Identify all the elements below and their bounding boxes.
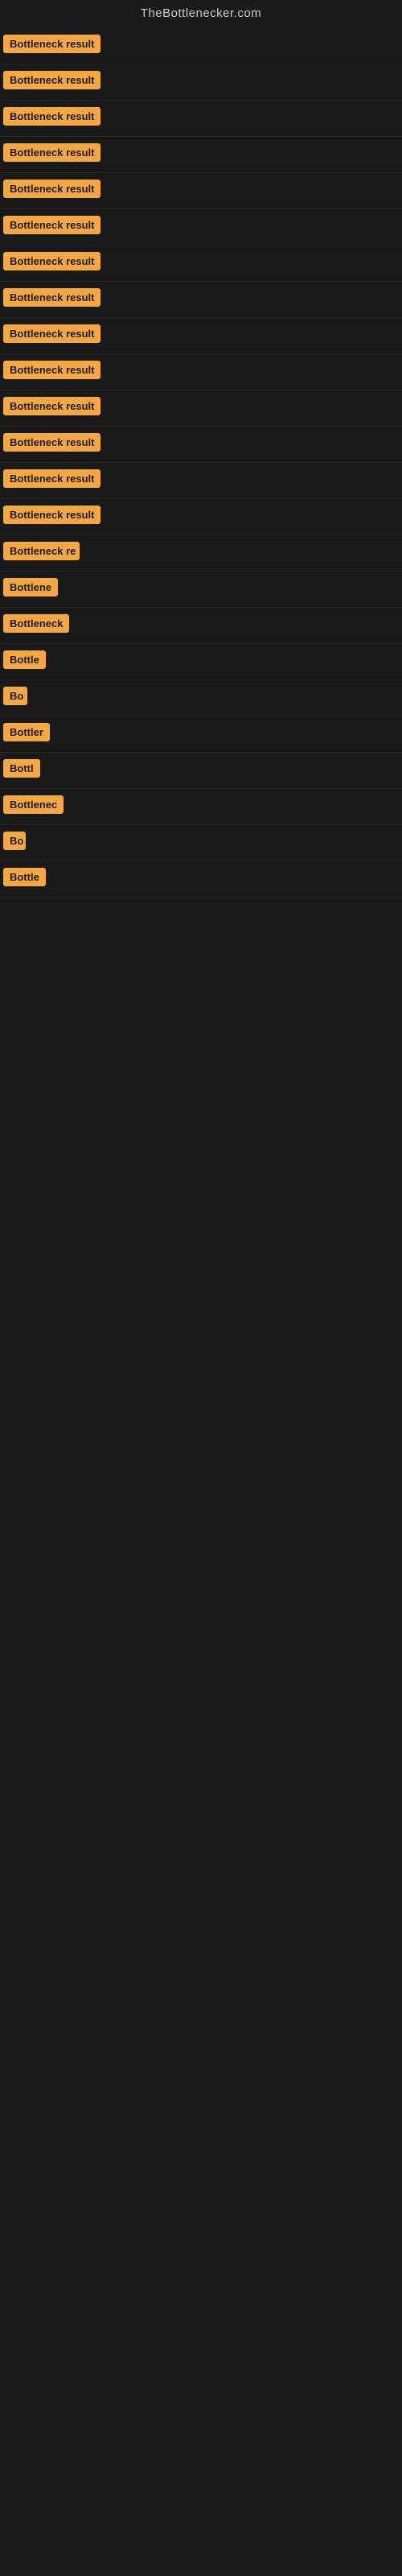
list-item: Bottleneck result — [0, 427, 402, 463]
bottleneck-badge[interactable]: Bo — [3, 687, 27, 705]
bottleneck-badge[interactable]: Bottle — [3, 868, 46, 886]
list-item: Bottlene — [0, 572, 402, 608]
bottleneck-badge[interactable]: Bottleneck result — [3, 288, 100, 307]
bottleneck-badge[interactable]: Bottlenec — [3, 795, 64, 814]
list-item: Bottleneck result — [0, 390, 402, 427]
bottleneck-badge[interactable]: Bottleneck result — [3, 35, 100, 53]
bottleneck-badge[interactable]: Bottleneck result — [3, 216, 100, 234]
list-item: Bottleneck re — [0, 535, 402, 572]
bottleneck-badge[interactable]: Bottleneck result — [3, 469, 100, 488]
bottleneck-badge[interactable]: Bottleneck result — [3, 433, 100, 452]
list-item: Bottle — [0, 644, 402, 680]
list-item: Bottleneck — [0, 608, 402, 644]
bottleneck-badge[interactable]: Bottleneck result — [3, 143, 100, 162]
bottleneck-badge[interactable]: Bottleneck — [3, 614, 69, 633]
bottleneck-badge[interactable]: Bottleneck re — [3, 542, 80, 560]
list-item: Bottlenec — [0, 789, 402, 825]
list-item: Bottle — [0, 861, 402, 898]
bottleneck-badge[interactable]: Bottleneck result — [3, 107, 100, 126]
list-item: Bottleneck result — [0, 173, 402, 209]
list-item: Bottl — [0, 753, 402, 789]
bottleneck-badge[interactable]: Bottleneck result — [3, 324, 100, 343]
list-item: Bottleneck result — [0, 499, 402, 535]
bottleneck-badge[interactable]: Bottle — [3, 650, 46, 669]
list-item: Bo — [0, 825, 402, 861]
site-title: TheBottlenecker.com — [0, 0, 402, 28]
bottleneck-badge[interactable]: Bottleneck result — [3, 71, 100, 89]
list-item: Bottleneck result — [0, 101, 402, 137]
bottleneck-badge[interactable]: Bottleneck result — [3, 397, 100, 415]
list-item: Bottleneck result — [0, 137, 402, 173]
list-item: Bottleneck result — [0, 463, 402, 499]
bottleneck-badge[interactable]: Bottl — [3, 759, 40, 778]
list-item: Bottleneck result — [0, 354, 402, 390]
list-item: Bottleneck result — [0, 28, 402, 64]
list-item: Bottleneck result — [0, 318, 402, 354]
list-item: Bottler — [0, 716, 402, 753]
page-wrapper: TheBottlenecker.com Bottleneck resultBot… — [0, 0, 402, 898]
bottleneck-badge[interactable]: Bo — [3, 832, 26, 850]
list-item: Bottleneck result — [0, 209, 402, 246]
list-item: Bo — [0, 680, 402, 716]
bottleneck-badge[interactable]: Bottleneck result — [3, 180, 100, 198]
bottleneck-badge[interactable]: Bottleneck result — [3, 361, 100, 379]
badges-container: Bottleneck result Bottleneck result Bottle… — [0, 28, 402, 898]
bottleneck-badge[interactable]: Bottler — [3, 723, 50, 741]
list-item: Bottleneck result — [0, 282, 402, 318]
list-item: Bottleneck result — [0, 246, 402, 282]
bottleneck-badge[interactable]: Bottlene — [3, 578, 58, 597]
list-item: Bottleneck result — [0, 64, 402, 101]
bottleneck-badge[interactable]: Bottleneck result — [3, 252, 100, 270]
bottleneck-badge[interactable]: Bottleneck result — [3, 506, 100, 524]
